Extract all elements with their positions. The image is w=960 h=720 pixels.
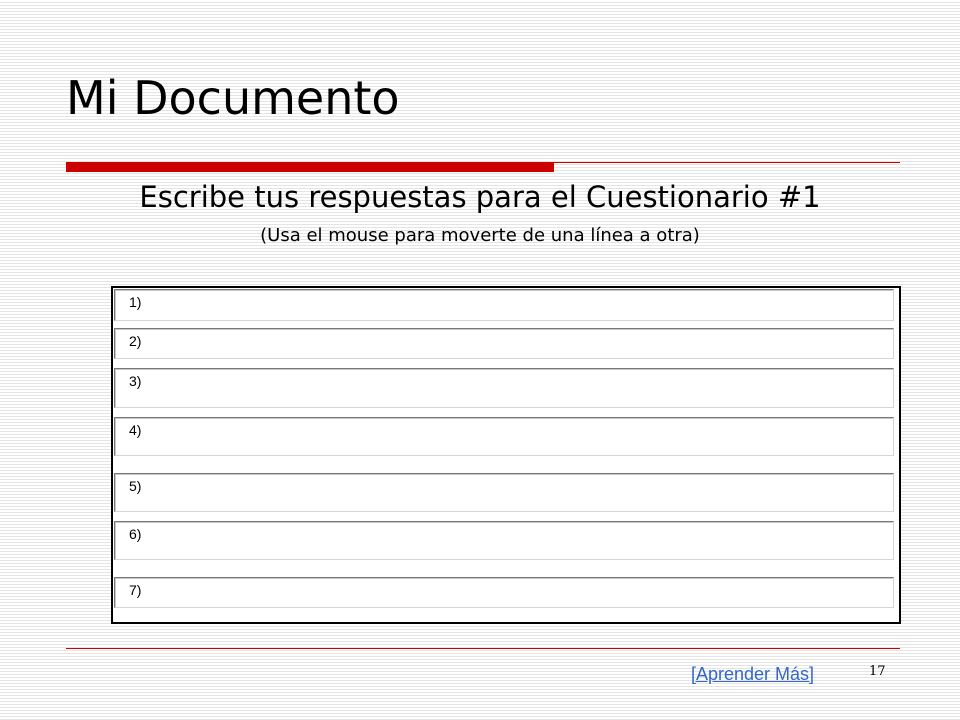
answer-field-1[interactable]: 1) [114,289,894,321]
page-number: 17 [869,664,886,679]
answer-form: 1) 2) 3) 4) 5) 6) 7) [111,286,901,624]
quiz-subtitle: Escribe tus respuestas para el Cuestiona… [139,180,821,214]
answer-field-6[interactable]: 6) [114,521,894,560]
learn-more-link[interactable]: [Aprender Más] [691,664,814,685]
footer-rule [66,648,900,649]
slide-title: Mi Documento [66,71,400,125]
answer-field-4[interactable]: 4) [114,417,894,456]
answer-field-7[interactable]: 7) [114,577,894,608]
answer-field-3[interactable]: 3) [114,368,894,408]
title-underline-thick [66,163,554,172]
answer-field-5[interactable]: 5) [114,473,894,512]
instructions-text: (Usa el mouse para moverte de una línea … [260,225,700,246]
answer-field-2[interactable]: 2) [114,328,894,359]
